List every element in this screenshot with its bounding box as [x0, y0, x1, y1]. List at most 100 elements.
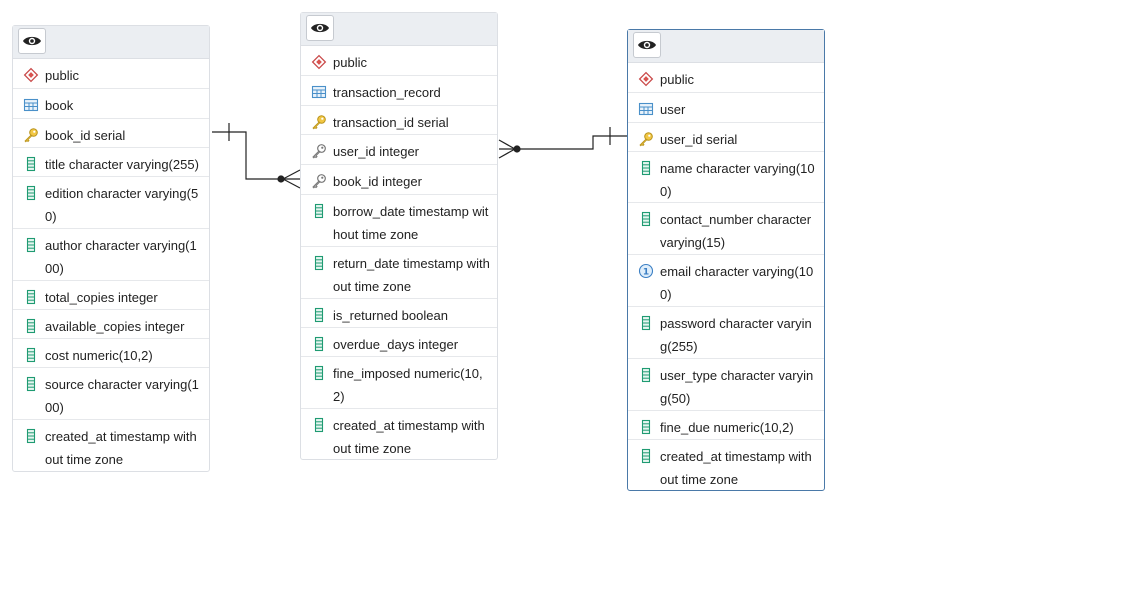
relationship-user-transaction[interactable] [498, 127, 628, 159]
column-label: borrow_date timestamp without time zone [333, 204, 489, 242]
column-label: public [45, 68, 79, 83]
column-row[interactable]: total_copies integer [13, 281, 209, 310]
column-label: transaction_id serial [333, 115, 449, 130]
column-row[interactable]: source character varying(100) [13, 368, 209, 420]
column-label: source character varying(100) [45, 377, 199, 415]
column-row[interactable]: public [13, 59, 209, 89]
entity-header [301, 13, 497, 46]
column-row[interactable]: book_id serial [13, 119, 209, 148]
column-label: created_at timestamp without time zone [45, 429, 197, 467]
column-row[interactable]: fine_imposed numeric(10,2) [301, 357, 497, 409]
entity-book[interactable]: public book book_id serial title character … [12, 25, 210, 472]
column-icon [311, 365, 327, 381]
svg-text:1: 1 [643, 268, 649, 278]
column-row[interactable]: password character varying(255) [628, 307, 824, 359]
column-row[interactable]: is_returned boolean [301, 299, 497, 328]
column-icon [23, 428, 39, 444]
column-row[interactable]: book_id integer [301, 165, 497, 195]
column-label: user_type character varying(50) [660, 368, 814, 406]
entity-transaction-record[interactable]: public transaction_record transaction_id s… [300, 12, 498, 460]
column-row[interactable]: 1 email character varying(100) [628, 255, 824, 307]
column-label: public [660, 72, 694, 87]
column-icon [311, 307, 327, 323]
column-label: user_id integer [333, 144, 419, 159]
column-row[interactable]: public [301, 46, 497, 76]
column-icon [638, 315, 654, 331]
column-icon [638, 367, 654, 383]
column-icon [311, 255, 327, 271]
column-row[interactable]: contact_number character varying(15) [628, 203, 824, 255]
column-row[interactable]: user_type character varying(50) [628, 359, 824, 411]
column-label: edition character varying(50) [45, 186, 199, 224]
table-icon [638, 101, 654, 117]
column-row[interactable]: cost numeric(10,2) [13, 339, 209, 368]
column-row[interactable]: borrow_date timestamp without time zone [301, 195, 497, 247]
schema-icon [638, 71, 654, 87]
column-row[interactable]: created_at timestamp without time zone [301, 409, 497, 461]
column-row[interactable]: user_id integer [301, 135, 497, 165]
column-row[interactable]: author character varying(100) [13, 229, 209, 281]
primary-key-icon [311, 114, 327, 130]
column-row[interactable]: book [13, 89, 209, 119]
relationship-book-transaction[interactable] [212, 123, 301, 189]
table-icon [311, 84, 327, 100]
column-label: author character varying(100) [45, 238, 197, 276]
column-label: fine_due numeric(10,2) [660, 420, 794, 435]
column-row[interactable]: created_at timestamp without time zone [628, 440, 824, 492]
column-icon [311, 417, 327, 433]
column-row[interactable]: edition character varying(50) [13, 177, 209, 229]
column-label: name character varying(100) [660, 161, 815, 199]
column-label: book [45, 98, 74, 113]
column-label: user [660, 102, 686, 117]
column-row[interactable]: name character varying(100) [628, 152, 824, 203]
column-row[interactable]: title character varying(255) [13, 148, 209, 177]
column-icon [23, 156, 39, 172]
column-label: available_copies integer [45, 319, 185, 334]
column-row[interactable]: return_date timestamp without time zone [301, 247, 497, 299]
column-icon [23, 376, 39, 392]
column-row[interactable]: overdue_days integer [301, 328, 497, 357]
column-label: overdue_days integer [333, 337, 459, 352]
column-row[interactable]: available_copies integer [13, 310, 209, 339]
column-label: book_id serial [45, 128, 126, 143]
erd-canvas[interactable]: public book book_id serial title character … [0, 0, 1130, 596]
column-row[interactable]: created_at timestamp without time zone [13, 420, 209, 472]
schema-icon [23, 67, 39, 83]
schema-icon [311, 54, 327, 70]
column-label: title character varying(255) [45, 157, 199, 172]
eye-icon [638, 40, 656, 50]
column-icon [311, 203, 327, 219]
column-label: fine_imposed numeric(10,2) [333, 366, 483, 404]
column-icon [23, 185, 39, 201]
entity-user[interactable]: public user user_id serial name character v… [627, 29, 825, 491]
column-label: created_at timestamp without time zone [333, 418, 485, 456]
column-label: book_id integer [333, 174, 422, 189]
column-label: contact_number character varying(15) [660, 212, 812, 250]
column-icon [638, 160, 654, 176]
column-row[interactable]: public [628, 63, 824, 93]
unique-key-icon: 1 [638, 263, 654, 279]
column-icon [23, 289, 39, 305]
view-toggle-button[interactable] [633, 32, 661, 58]
entity-header [628, 30, 824, 63]
column-label: password character varying(255) [660, 316, 812, 354]
table-icon [23, 97, 39, 113]
column-label: return_date timestamp without time zone [333, 256, 490, 294]
column-label: user_id serial [660, 132, 738, 147]
column-label: transaction_record [333, 85, 441, 100]
entity-header [13, 26, 209, 59]
column-row[interactable]: user [628, 93, 824, 123]
column-icon [638, 419, 654, 435]
column-label: email character varying(100) [660, 264, 814, 302]
view-toggle-button[interactable] [306, 15, 334, 41]
column-label: created_at timestamp without time zone [660, 449, 812, 487]
column-label: is_returned boolean [333, 308, 448, 323]
column-icon [23, 318, 39, 334]
column-label: public [333, 55, 367, 70]
view-toggle-button[interactable] [18, 28, 46, 54]
column-row[interactable]: fine_due numeric(10,2) [628, 411, 824, 440]
column-row[interactable]: transaction_id serial [301, 106, 497, 135]
column-row[interactable]: transaction_record [301, 76, 497, 106]
column-icon [23, 347, 39, 363]
column-row[interactable]: user_id serial [628, 123, 824, 152]
